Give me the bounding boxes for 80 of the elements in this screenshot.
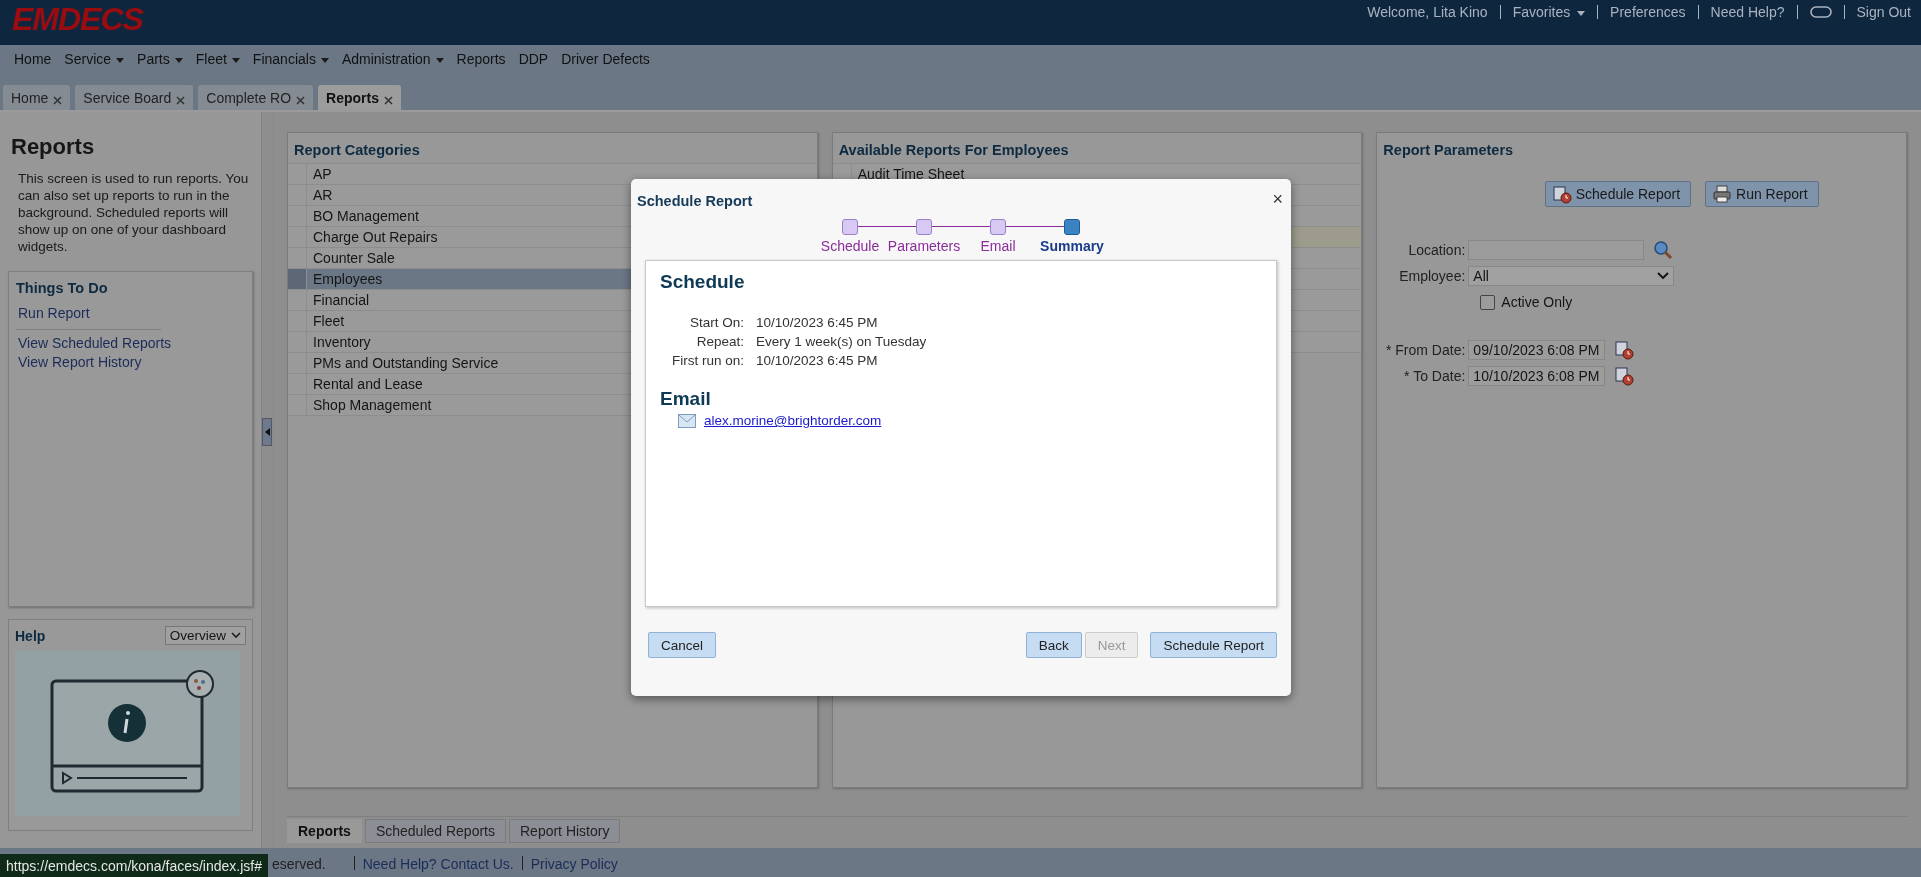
summary-label: Start On: xyxy=(688,315,744,330)
todo-link[interactable]: View Scheduled Reports xyxy=(18,334,245,353)
dialog-button[interactable]: Schedule Report xyxy=(1150,632,1277,658)
close-icon[interactable] xyxy=(176,95,186,105)
chevron-icon xyxy=(231,632,241,639)
calendar-clock-icon[interactable] xyxy=(1614,366,1635,386)
field-label: * To Date: xyxy=(1403,368,1466,384)
step-marker[interactable] xyxy=(842,219,858,235)
employee-select[interactable]: All xyxy=(1468,266,1675,286)
cancel-button[interactable]: Cancel xyxy=(648,632,717,658)
date-field[interactable]: 10/10/2023 6:08 PM xyxy=(1468,366,1606,386)
field-label: Location: xyxy=(1407,242,1466,258)
search-icon[interactable] xyxy=(1653,240,1674,260)
tab[interactable]: Reports xyxy=(318,85,401,110)
panel-title: Report Parameters xyxy=(1382,141,1515,160)
menu-item[interactable]: Reports xyxy=(456,51,506,67)
close-icon[interactable] xyxy=(53,95,63,105)
panel-title: Help xyxy=(15,627,46,644)
caret-icon xyxy=(1577,10,1586,16)
favorites-menu[interactable]: Favorites xyxy=(1512,4,1586,20)
close-icon[interactable] xyxy=(384,95,393,105)
preferences-link[interactable]: Preferences xyxy=(1610,4,1686,20)
section-heading: Schedule xyxy=(660,271,746,293)
overview-select[interactable]: Overview xyxy=(164,626,246,645)
tab[interactable]: Service Board xyxy=(75,85,194,110)
step-connector xyxy=(1005,226,1065,227)
logo: EMDECS xyxy=(12,0,143,38)
tab[interactable]: Report History xyxy=(509,819,621,843)
summary-label: First run on: xyxy=(670,353,744,368)
page-title: Reports xyxy=(11,134,96,160)
step-connector xyxy=(931,226,991,227)
checkbox[interactable] xyxy=(1480,294,1496,310)
tab[interactable]: Home xyxy=(3,85,71,110)
menu-item[interactable]: Driver Defects xyxy=(561,51,650,67)
step-marker[interactable] xyxy=(990,219,1006,235)
todo-link[interactable]: View Report History xyxy=(18,353,245,372)
menu-item[interactable]: Fleet xyxy=(195,51,240,67)
calendar-clock-icon[interactable] xyxy=(1614,340,1635,360)
printer-icon xyxy=(1712,184,1733,204)
help-link[interactable]: Need Help? xyxy=(1710,4,1785,20)
sign-out-link[interactable]: Sign Out xyxy=(1856,4,1911,20)
calendar-clock-icon xyxy=(1551,184,1572,204)
chevron-icon xyxy=(1657,272,1670,280)
dialog-title: Schedule Report xyxy=(637,193,753,209)
summary-label: Repeat: xyxy=(695,334,744,349)
menu-item[interactable]: DDP xyxy=(518,51,549,67)
status-url: https://emdecs.com/kona/faces/index.jsf# xyxy=(0,854,268,877)
menu-item[interactable]: Financials xyxy=(252,51,329,67)
field-label: * From Date: xyxy=(1385,342,1466,358)
welcome-text: Welcome, Lita Kino xyxy=(1367,4,1488,20)
schedule-report-button[interactable]: Schedule Report xyxy=(1544,181,1692,207)
step-label[interactable]: Schedule xyxy=(820,238,880,254)
tab[interactable]: Scheduled Reports xyxy=(364,819,506,843)
footer-text: eserved. xyxy=(272,856,326,872)
menu-item[interactable]: Parts xyxy=(137,51,183,67)
step-label[interactable]: Summary xyxy=(1040,238,1104,254)
panel-title: Things To Do xyxy=(16,280,109,296)
dialog-button[interactable]: Back xyxy=(1025,632,1082,658)
step-marker[interactable] xyxy=(916,219,932,235)
menu-item[interactable]: Home xyxy=(14,51,52,67)
step-label[interactable]: Email xyxy=(980,238,1016,254)
menu-item[interactable]: Administration xyxy=(341,51,444,67)
email-link[interactable]: alex.morine@brightorder.com xyxy=(704,413,882,428)
envelope-icon xyxy=(678,413,696,428)
checkbox-label: Active Only xyxy=(1501,294,1573,310)
run-report-button[interactable]: Run Report xyxy=(1705,181,1819,207)
step-marker[interactable] xyxy=(1064,219,1080,235)
step-label[interactable]: Parameters xyxy=(887,238,961,254)
category-item[interactable]: AP xyxy=(288,164,817,185)
step-connector xyxy=(857,226,917,227)
close-icon[interactable] xyxy=(296,95,306,105)
menu-item[interactable]: Service xyxy=(64,51,125,67)
collapse-handle[interactable] xyxy=(262,418,272,446)
description-text: This screen is used to run reports. You can also set up reports to run in the background. Scheduled reports will show up on one of your dashboard widgets. xyxy=(18,170,250,255)
date-field[interactable]: 09/10/2023 6:08 PM xyxy=(1468,340,1606,360)
tab[interactable]: Complete RO xyxy=(198,85,314,110)
close-button[interactable]: × xyxy=(1272,188,1283,210)
todo-link[interactable]: Run Report xyxy=(18,304,245,323)
tab[interactable]: Reports xyxy=(287,819,362,843)
field-label: Employee: xyxy=(1398,268,1466,284)
